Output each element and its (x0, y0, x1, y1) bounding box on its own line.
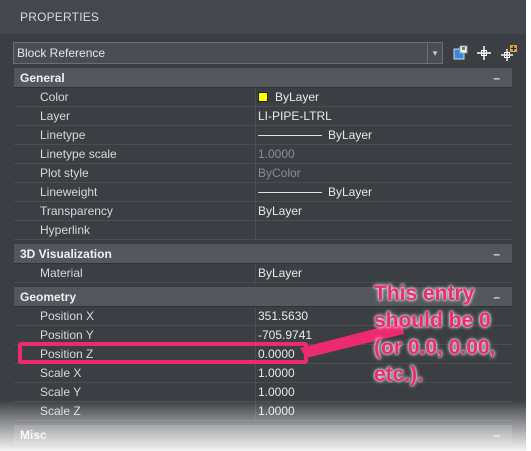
annotation-text: This entry should be 0 (or 0.0, 0.00, et… (374, 282, 496, 386)
